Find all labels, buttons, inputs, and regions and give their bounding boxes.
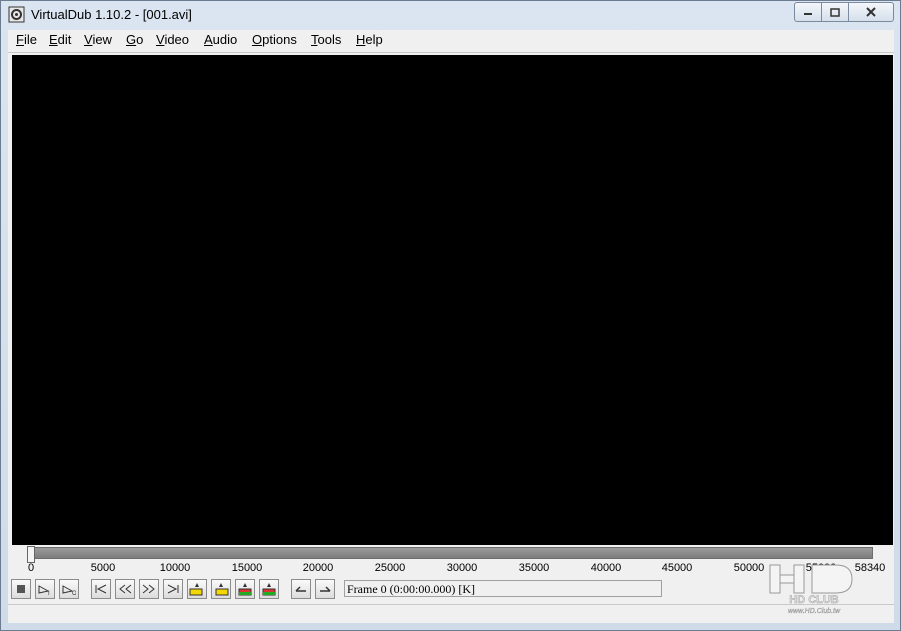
video-pane[interactable] — [12, 55, 893, 545]
menu-help[interactable]: Help — [356, 32, 383, 47]
menu-tools[interactable]: Tools — [311, 32, 341, 47]
scene-back-button[interactable] — [235, 579, 255, 599]
mark-in-button[interactable] — [291, 579, 311, 599]
mark-out-button[interactable] — [315, 579, 335, 599]
stop-button[interactable] — [11, 579, 31, 599]
minimize-button[interactable] — [794, 2, 822, 22]
timeline-tick: 45000 — [661, 562, 693, 574]
scene-forward-button[interactable] — [259, 579, 279, 599]
next-frame-icon — [142, 584, 155, 594]
next-keyframe-icon — [215, 583, 229, 596]
client-area: 0 5000 10000 15000 20000 25000 30000 350… — [8, 53, 894, 623]
window-title: VirtualDub 1.10.2 - [001.avi] — [31, 7, 192, 22]
menu-video[interactable]: Video — [156, 32, 189, 47]
menu-go[interactable]: Go — [126, 32, 143, 47]
timeline-thumb[interactable] — [27, 546, 35, 563]
next-frame-button[interactable] — [139, 579, 159, 599]
menu-options[interactable]: Options — [252, 32, 297, 47]
prev-keyframe-icon — [189, 583, 203, 596]
minimize-icon — [804, 13, 812, 15]
play-input-icon: I — [38, 585, 50, 595]
prev-keyframe-button[interactable] — [187, 579, 207, 599]
maximize-button[interactable] — [821, 2, 849, 22]
start-icon — [95, 584, 107, 594]
close-icon — [866, 7, 876, 17]
svg-text:O: O — [72, 591, 76, 595]
timeline-tick: 15000 — [231, 562, 263, 574]
menu-audio[interactable]: Audio — [204, 32, 237, 47]
timeline-tick: 5000 — [90, 562, 116, 574]
menu-bar: File Edit View Go Video Audio Options To… — [8, 30, 894, 53]
timeline-tick: 10000 — [159, 562, 191, 574]
end-icon — [167, 584, 179, 594]
timeline-tick: 40000 — [590, 562, 622, 574]
timeline-tick: 20000 — [302, 562, 334, 574]
menu-edit[interactable]: Edit — [49, 32, 71, 47]
play-output-icon: O — [62, 585, 76, 595]
go-to-end-button[interactable] — [163, 579, 183, 599]
mark-in-icon — [295, 586, 306, 592]
go-to-start-button[interactable] — [91, 579, 111, 599]
stop-icon — [17, 585, 25, 593]
close-button[interactable] — [848, 2, 894, 22]
scene-back-icon — [238, 583, 252, 596]
title-bar[interactable]: VirtualDub 1.10.2 - [001.avi] — [1, 1, 900, 29]
caption-buttons — [794, 2, 894, 22]
play-output-button[interactable]: O — [59, 579, 79, 599]
prev-frame-button[interactable] — [115, 579, 135, 599]
virtualdub-app-icon[interactable] — [8, 6, 25, 23]
main-window: VirtualDub 1.10.2 - [001.avi] File Edit … — [0, 0, 901, 631]
menu-view[interactable]: View — [84, 32, 112, 47]
frame-status: Frame 0 (0:00:00.000) [K] — [344, 580, 662, 597]
timeline-tick: 25000 — [374, 562, 406, 574]
menu-file[interactable]: File — [16, 32, 37, 47]
maximize-icon — [830, 7, 840, 17]
timeline-track[interactable] — [29, 547, 873, 559]
timeline-tick: 30000 — [446, 562, 478, 574]
svg-text:I: I — [48, 591, 50, 595]
timeline-tick: 35000 — [518, 562, 550, 574]
prev-frame-icon — [119, 584, 132, 594]
timeline-tick: 0 — [27, 562, 35, 574]
next-keyframe-button[interactable] — [211, 579, 231, 599]
scene-forward-icon — [262, 583, 276, 596]
play-input-button[interactable]: I — [35, 579, 55, 599]
mark-out-icon — [320, 586, 331, 592]
status-bar — [8, 604, 894, 623]
timeline-tick: 50000 — [733, 562, 765, 574]
